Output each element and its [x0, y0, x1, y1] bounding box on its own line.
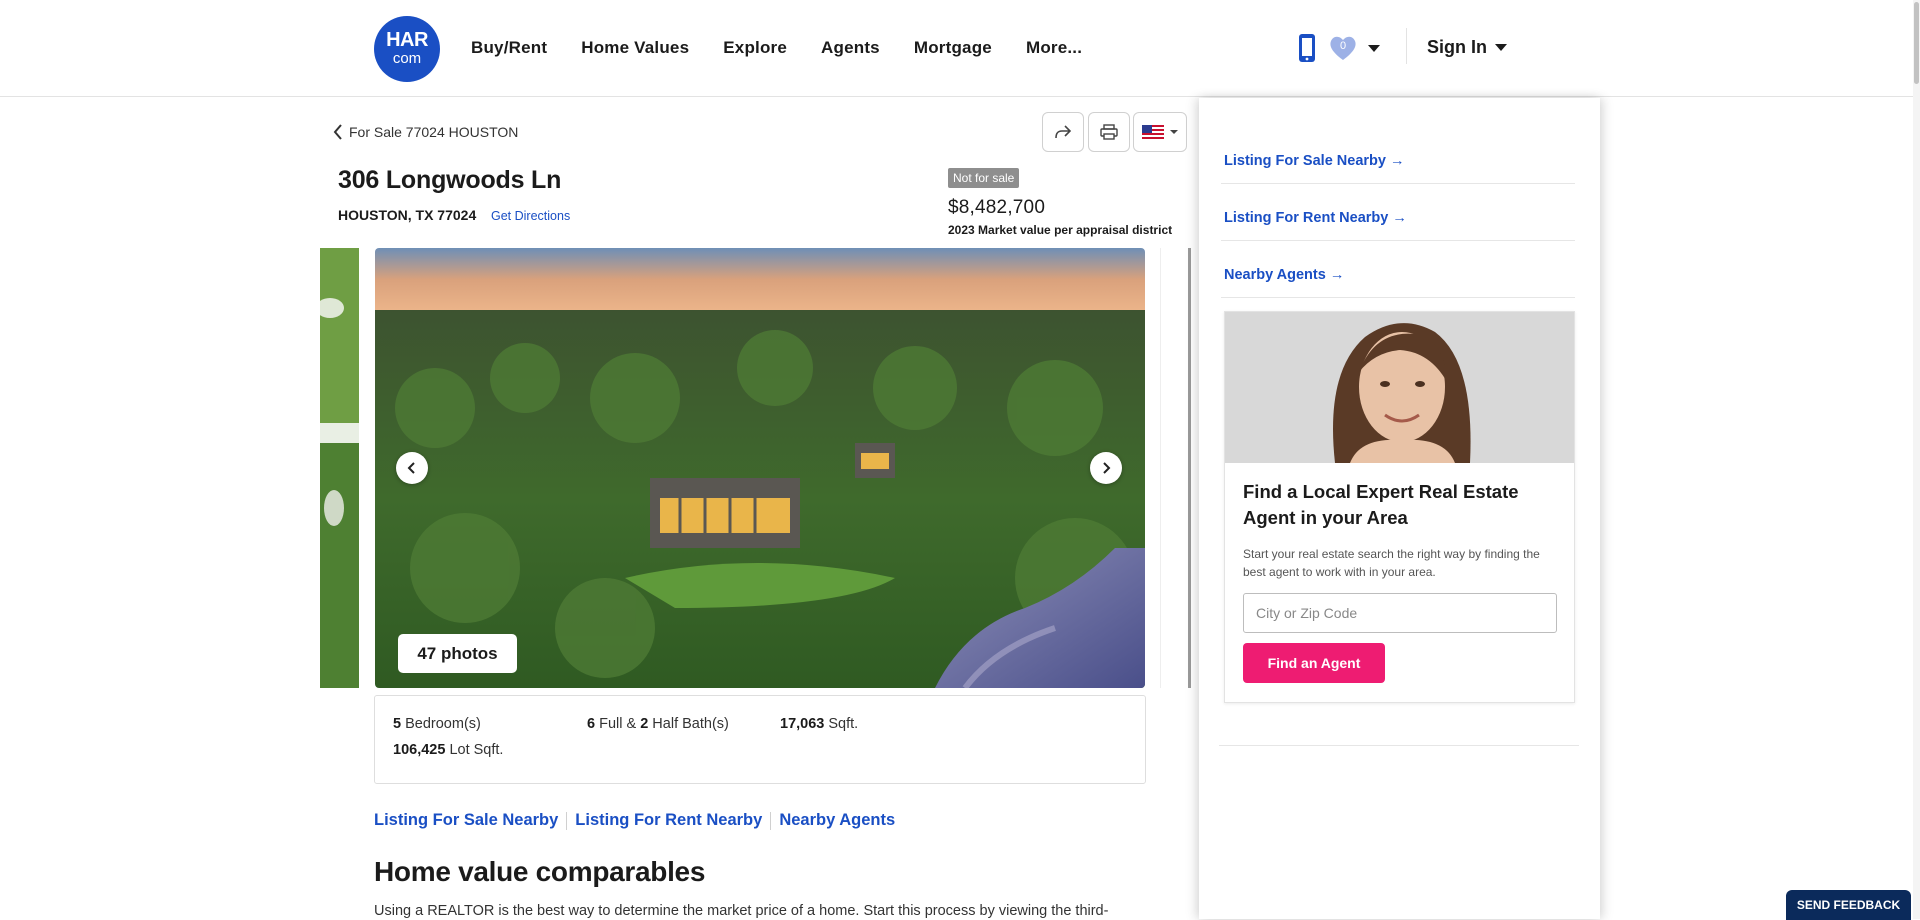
next-photo-thumbnail[interactable] — [1160, 248, 1200, 688]
sidebar-link-for-rent-nearby[interactable]: Listing For Rent Nearby → — [1224, 210, 1407, 226]
main-nav: Buy/Rent Home Values Explore Agents Mort… — [471, 38, 1116, 58]
chevron-down-icon — [1495, 44, 1507, 51]
baths-label: Half Bath(s) — [648, 716, 729, 732]
previous-photo-thumbnail[interactable] — [320, 248, 359, 688]
city-zip-input[interactable]: City or Zip Code — [1243, 593, 1557, 633]
share-icon — [1055, 125, 1072, 139]
main-listing-photo[interactable] — [375, 248, 1145, 688]
link-listing-for-sale-nearby[interactable]: Listing For Sale Nearby — [374, 811, 558, 830]
breadcrumb-label: For Sale 77024 HOUSTON — [349, 124, 519, 140]
favorites-count: 0 — [1339, 40, 1347, 52]
link-separator — [566, 811, 568, 830]
nav-buy-rent[interactable]: Buy/Rent — [471, 38, 547, 58]
chevron-right-icon — [1103, 462, 1111, 474]
chevron-left-icon — [333, 124, 342, 140]
sidebar-divider — [1219, 745, 1579, 746]
us-flag-icon — [1142, 125, 1164, 139]
mobile-phone-icon[interactable] — [1296, 33, 1318, 63]
scrollbar-thumb[interactable] — [1914, 2, 1919, 84]
header-tools: 0 — [1296, 33, 1380, 63]
bedrooms-value: 5 — [393, 716, 402, 732]
page-scrollbar[interactable] — [1913, 0, 1920, 919]
print-button[interactable] — [1088, 112, 1130, 152]
sidebar-divider — [1221, 183, 1575, 184]
status-badge: Not for sale — [948, 168, 1020, 188]
fact-baths: 6 Full & 2 Half Bath(s) — [587, 716, 729, 732]
fact-bedrooms: 5 Bedroom(s) — [393, 716, 481, 732]
sidebar-divider — [1221, 240, 1575, 241]
find-agent-title: Find a Local Expert Real Estate Agent in… — [1243, 481, 1519, 528]
carousel-next-button[interactable] — [1090, 452, 1122, 484]
listing-city-state-zip: HOUSTON, TX 77024 — [338, 207, 477, 223]
find-agent-card: Find a Local Expert Real Estate Agent in… — [1224, 311, 1575, 703]
send-feedback-button[interactable]: SEND FEEDBACK — [1786, 890, 1911, 920]
fact-lot-sqft: 106,425 Lot Sqft. — [393, 742, 503, 758]
sidebar-link-nearby-agents[interactable]: Nearby Agents → — [1224, 267, 1344, 283]
carousel-edge — [1188, 248, 1191, 688]
logo-text-har: HAR — [386, 29, 428, 51]
listing-facts: 5 Bedroom(s) 6 Full & 2 Half Bath(s) 17,… — [374, 695, 1146, 784]
price-note: 2023 Market value per appraisal district — [948, 223, 1173, 237]
header-divider — [1406, 28, 1407, 64]
listing-price: $8,482,700 — [948, 197, 1046, 218]
find-agent-description: Start your real estate search the right … — [1243, 547, 1540, 579]
breadcrumb-back-link[interactable]: For Sale 77024 HOUSTON — [333, 124, 518, 140]
sidebar-link-for-sale-nearby[interactable]: Listing For Sale Nearby → — [1224, 153, 1405, 169]
nav-agents[interactable]: Agents — [821, 38, 880, 58]
get-directions-link[interactable]: Get Directions — [491, 209, 570, 223]
sidebar-divider — [1221, 297, 1575, 298]
chevron-down-icon — [1170, 130, 1178, 134]
fact-sqft: 17,063 Sqft. — [780, 716, 858, 732]
chevron-left-icon — [407, 462, 415, 474]
photo-count-button[interactable]: 47 photos — [398, 634, 517, 673]
printer-icon — [1100, 124, 1118, 140]
bedrooms-label: Bedroom(s) — [401, 716, 481, 732]
chevron-down-icon[interactable] — [1368, 44, 1380, 52]
nearby-links-row: Listing For Sale Nearby Listing For Rent… — [374, 811, 895, 830]
nav-mortgage[interactable]: Mortgage — [914, 38, 992, 58]
language-select[interactable] — [1133, 112, 1187, 152]
lot-sqft-label: Lot Sqft. — [445, 742, 504, 758]
sign-in-button[interactable]: Sign In — [1427, 37, 1507, 58]
link-separator — [770, 811, 772, 830]
sidebar-panel: Listing For Sale Nearby → Listing For Re… — [1199, 98, 1600, 919]
nav-more[interactable]: More... — [1026, 38, 1082, 58]
agent-portrait-image — [1225, 312, 1574, 463]
sqft-value: 17,063 — [780, 716, 825, 732]
baths-connector: Full & — [595, 716, 641, 732]
site-header: HAR com Buy/Rent Home Values Explore Age… — [0, 0, 1920, 97]
nav-home-values[interactable]: Home Values — [581, 38, 689, 58]
share-button[interactable] — [1042, 112, 1084, 152]
listing-address-title: 306 Longwoods Ln — [338, 166, 562, 194]
favorites-heart-icon[interactable]: 0 — [1328, 34, 1358, 62]
comparables-text: Using a REALTOR is the best way to deter… — [374, 903, 1109, 919]
sqft-label: Sqft. — [824, 716, 859, 732]
link-nearby-agents[interactable]: Nearby Agents — [779, 811, 895, 830]
har-logo[interactable]: HAR com — [374, 16, 440, 82]
comparables-title: Home value comparables — [374, 856, 706, 887]
full-baths-value: 6 — [587, 716, 596, 732]
find-an-agent-button[interactable]: Find an Agent — [1243, 643, 1385, 683]
logo-text-com: com — [392, 50, 422, 67]
nav-explore[interactable]: Explore — [723, 38, 787, 58]
link-listing-for-rent-nearby[interactable]: Listing For Rent Nearby — [575, 811, 762, 830]
carousel-prev-button[interactable] — [396, 452, 428, 484]
sign-in-label: Sign In — [1427, 37, 1487, 57]
lot-sqft-value: 106,425 — [393, 742, 446, 758]
